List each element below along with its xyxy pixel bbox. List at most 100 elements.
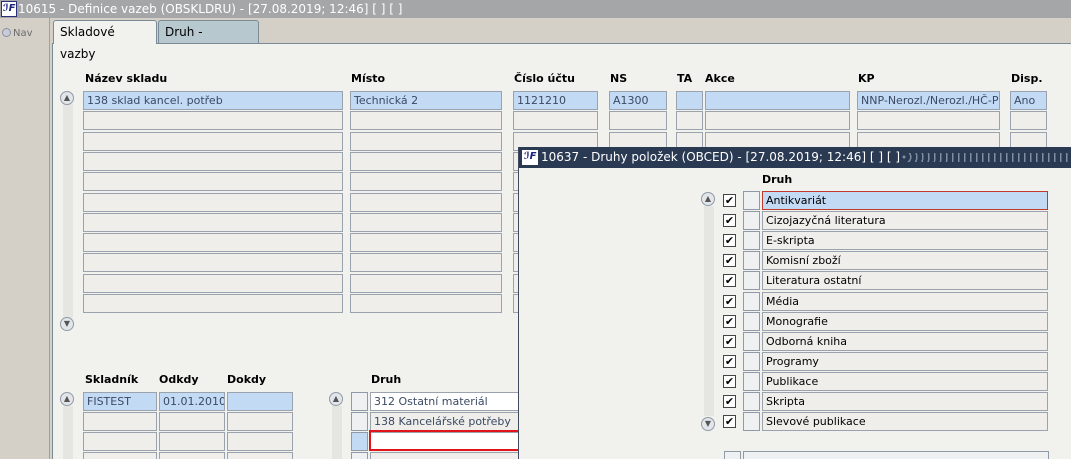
sklad-cell-empty[interactable] [513,111,598,130]
sklad-cell-empty[interactable] [83,233,343,252]
sklad-cell-empty[interactable] [857,111,1000,130]
cell-cislo-uctu[interactable]: 1121210 [513,91,598,110]
druh-scroll-track[interactable] [332,406,342,459]
dialog-bottom-row[interactable] [743,451,1049,459]
sklad-cell-empty[interactable] [350,274,502,293]
scroll-up-icon[interactable]: ▲ [701,192,715,206]
sklad-cell-empty[interactable] [83,111,343,130]
checkbox[interactable]: ✔ [723,355,736,368]
cell-druh[interactable]: 138 Kancelářské potřeby [370,412,520,431]
row-selector[interactable] [724,451,741,459]
cell-ta[interactable] [676,91,703,110]
checkbox[interactable]: ✔ [723,315,736,328]
sklad-cell-empty[interactable] [350,213,502,232]
dialog-scroll-track[interactable] [704,206,714,416]
checkbox[interactable]: ✔ [723,335,736,348]
checkbox[interactable]: ✔ [723,254,736,267]
checkbox[interactable]: ✔ [723,234,736,247]
checkbox[interactable]: ✔ [723,194,736,207]
row-selector[interactable] [743,372,760,391]
skladnik-cell-empty[interactable] [159,432,225,451]
checkbox[interactable]: ✔ [723,295,736,308]
row-selector[interactable] [351,392,368,411]
skladnik-cell-empty[interactable] [227,452,293,459]
druh-item[interactable]: Komisní zboží [762,251,1048,270]
skladnik-cell-empty[interactable] [227,412,293,431]
sklad-cell-empty[interactable] [350,152,502,171]
checkbox[interactable]: ✔ [723,395,736,408]
row-selector[interactable] [743,312,760,331]
sklad-cell-empty[interactable] [1010,111,1047,130]
druh-item[interactable]: Média [762,292,1048,311]
sklad-cell-empty[interactable] [350,132,502,151]
druh-item[interactable]: Skripta [762,392,1048,411]
checkbox[interactable]: ✔ [723,415,736,428]
cell-druh[interactable] [370,452,520,459]
sklad-cell-empty[interactable] [350,111,502,130]
sklad-cell-empty[interactable] [350,294,502,313]
sklad-cell-empty[interactable] [350,193,502,212]
checkbox[interactable]: ✔ [723,375,736,388]
druh-item[interactable]: Odborná kniha [762,332,1048,351]
row-selector[interactable] [743,412,760,431]
skladnik-scroll-track[interactable] [63,406,73,459]
sklad-cell-empty[interactable] [83,294,343,313]
cell-druh[interactable]: 312 Ostatní materiál [370,392,520,411]
druh-item[interactable]: Programy [762,352,1048,371]
druh-item[interactable]: Cizojazyčná literatura [762,211,1048,230]
druh-item[interactable]: Publikace [762,372,1048,391]
cell-ns[interactable]: A1300 [609,91,667,110]
sklad-cell-empty[interactable] [83,274,343,293]
cell-kp[interactable]: NNP-Nerozl./Nerozl./HČ-Příspěvek [857,91,1000,110]
skladnik-cell-empty[interactable] [159,412,225,431]
druh-item[interactable]: Monografie [762,312,1048,331]
skladnik-cell-empty[interactable] [83,412,157,431]
row-selector[interactable] [351,452,368,459]
row-selector[interactable] [743,352,760,371]
skladnik-cell-empty[interactable] [159,452,225,459]
druh-item[interactable]: E-skripta [762,231,1048,250]
sklad-cell-empty[interactable] [705,111,850,130]
cell-misto[interactable]: Technická 2 [350,91,502,110]
row-selector[interactable] [743,211,760,230]
sklad-scroll-track[interactable] [63,104,73,318]
row-selector[interactable] [743,292,760,311]
row-selector[interactable] [351,432,368,451]
cell-disp[interactable]: Ano [1010,91,1047,110]
druh-item[interactable]: Slevové publikace [762,412,1048,431]
cell-nazev-skladu[interactable]: 138 sklad kancel. potřeb [83,91,343,110]
sklad-cell-empty[interactable] [83,132,343,151]
sklad-cell-empty[interactable] [350,172,502,191]
row-selector[interactable] [743,271,760,290]
sklad-cell-empty[interactable] [350,233,502,252]
sklad-cell-empty[interactable] [83,213,343,232]
dialog-titlebar[interactable]: ℐF 10637 - Druhy položek (OBCED) - [27.0… [519,147,1071,168]
skladnik-cell-empty[interactable] [227,432,293,451]
row-selector[interactable] [743,251,760,270]
row-selector[interactable] [743,332,760,351]
checkbox[interactable]: ✔ [723,214,736,227]
row-selector[interactable] [743,392,760,411]
druh-item[interactable]: Literatura ostatní [762,271,1048,290]
sklad-cell-empty[interactable] [83,253,343,272]
druh-item[interactable]: Antikvariát [762,191,1048,210]
sklad-cell-empty[interactable] [609,111,667,130]
cell-skladnik[interactable]: FISTEST [83,392,157,411]
scroll-down-icon[interactable]: ▼ [701,417,715,431]
row-selector[interactable] [743,191,760,210]
scroll-up-icon[interactable]: ▲ [60,392,74,406]
sklad-cell-empty[interactable] [350,253,502,272]
sklad-cell-empty[interactable] [83,172,343,191]
nav-toggle[interactable]: Nav [2,28,33,39]
sklad-cell-empty[interactable] [83,193,343,212]
cell-akce[interactable] [705,91,850,110]
skladnik-cell-empty[interactable] [83,452,157,459]
cell-dokdy[interactable] [227,392,293,411]
sklad-cell-empty[interactable] [676,111,703,130]
row-selector[interactable] [351,412,368,431]
cell-odkdy[interactable]: 01.01.2010 [159,392,225,411]
tab-skladove-vazby[interactable]: Skladové vazby [53,20,157,61]
skladnik-cell-empty[interactable] [83,432,157,451]
scroll-down-icon[interactable]: ▼ [60,317,74,331]
scroll-up-icon[interactable]: ▲ [60,91,74,105]
